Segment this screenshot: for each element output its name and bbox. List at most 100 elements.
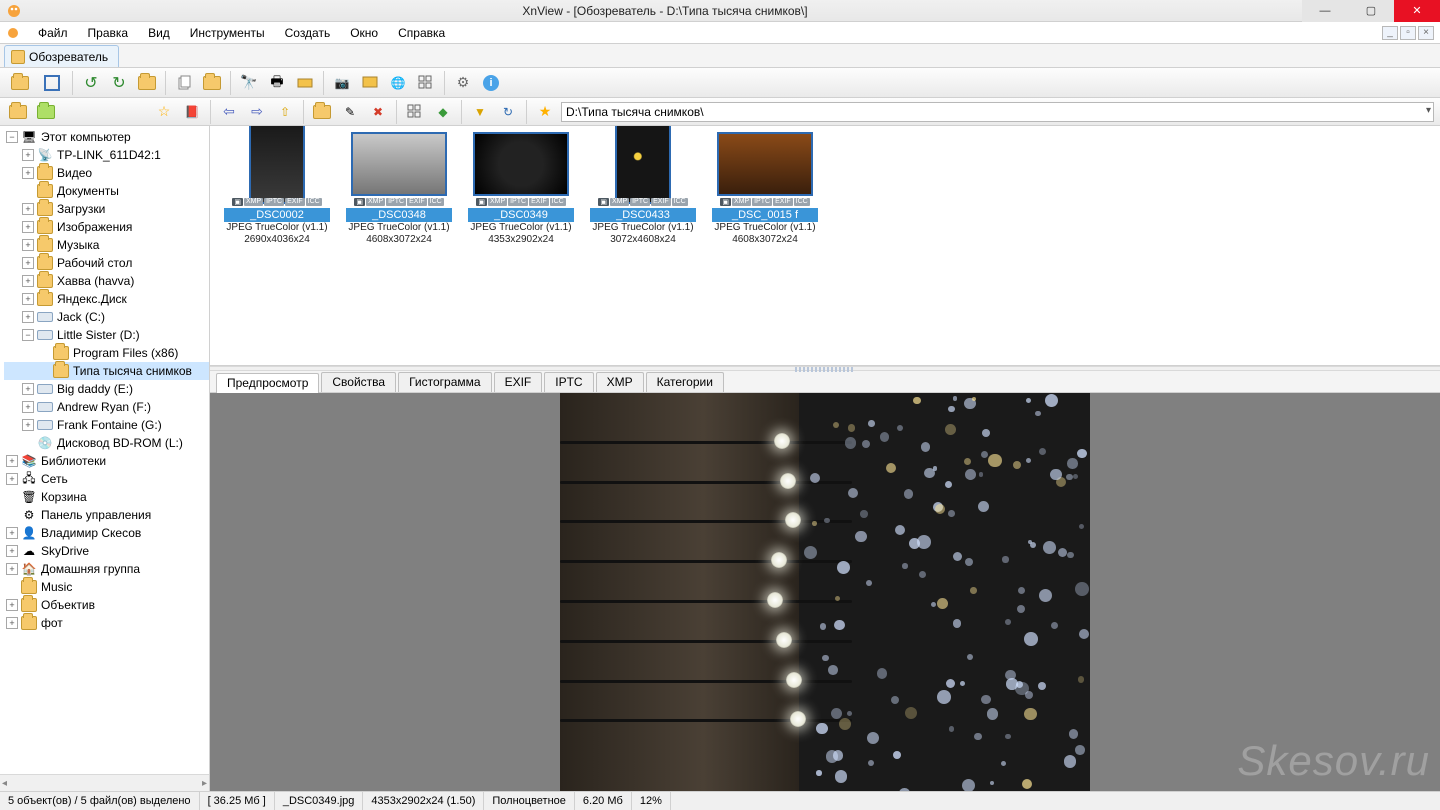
tree-node[interactable]: +Frank Fontaine (G:): [4, 416, 209, 434]
tree-node[interactable]: +🖧Сеть: [4, 470, 209, 488]
tab-iptc[interactable]: IPTC: [544, 372, 593, 392]
thumbnail[interactable]: ▣XMPIPTCEXIFICC_DSC0349JPEG TrueColor (v…: [468, 132, 574, 246]
sort-button[interactable]: ◆: [431, 100, 455, 124]
tree-node[interactable]: +Яндекс.Диск: [4, 290, 209, 308]
tree-node[interactable]: −Little Sister (D:): [4, 326, 209, 344]
expander-icon[interactable]: +: [22, 239, 34, 251]
tree-node[interactable]: ⚙Панель управления: [4, 506, 209, 524]
tree-node[interactable]: Music: [4, 578, 209, 596]
thumbnails-area[interactable]: ▣XMPIPTCEXIFICC_DSC0002JPEG TrueColor (v…: [210, 126, 1440, 366]
tree-node[interactable]: +Загрузки: [4, 200, 209, 218]
tree-node[interactable]: +Объектив: [4, 596, 209, 614]
menu-create[interactable]: Создать: [275, 22, 341, 44]
menu-edit[interactable]: Правка: [78, 22, 139, 44]
mdi-restore[interactable]: ▫: [1400, 26, 1416, 40]
fullscreen-button[interactable]: [38, 69, 66, 97]
tree-node[interactable]: +Хавва (havva): [4, 272, 209, 290]
menu-tools[interactable]: Инструменты: [180, 22, 275, 44]
tree-node[interactable]: −🖥Этот компьютер: [4, 128, 209, 146]
thumbnail[interactable]: ▣XMPIPTCEXIFICC_DSC0002JPEG TrueColor (v…: [224, 132, 330, 246]
filter-button[interactable]: ▼: [468, 100, 492, 124]
menu-view[interactable]: Вид: [138, 22, 180, 44]
bookmark-button[interactable]: ★: [533, 100, 557, 124]
tree-node[interactable]: +🏠Домашняя группа: [4, 560, 209, 578]
workspace-tab-browser[interactable]: Обозреватель: [4, 45, 119, 67]
refresh-fwd-button[interactable]: ↻: [107, 71, 131, 95]
screen-button[interactable]: [358, 71, 382, 95]
folder-tree[interactable]: −🖥Этот компьютер+📡TP-LINK_611D42:1+Видео…: [0, 126, 209, 774]
tree-node[interactable]: +📚Библиотеки: [4, 452, 209, 470]
tree-node[interactable]: +Andrew Ryan (F:): [4, 398, 209, 416]
tab-categories[interactable]: Категории: [646, 372, 724, 392]
tree-node[interactable]: +Big daddy (E:): [4, 380, 209, 398]
new-folder-button[interactable]: [310, 100, 334, 124]
tree-node[interactable]: Program Files (x86): [4, 344, 209, 362]
tree-node[interactable]: 💿Дисковод BD-ROM (L:): [4, 434, 209, 452]
tree-node[interactable]: Типа тысяча снимков: [4, 362, 209, 380]
about-button[interactable]: i: [479, 71, 503, 95]
tree-node[interactable]: +Изображения: [4, 218, 209, 236]
tree-node[interactable]: +Jack (C:): [4, 308, 209, 326]
menu-file[interactable]: Файл: [28, 22, 78, 44]
copy-button[interactable]: [172, 71, 196, 95]
tab-xmp[interactable]: XMP: [596, 372, 644, 392]
tab-histogram[interactable]: Гистограмма: [398, 372, 491, 392]
expander-icon[interactable]: +: [22, 149, 34, 161]
expander-icon[interactable]: +: [22, 203, 34, 215]
tree-node[interactable]: +📡TP-LINK_611D42:1: [4, 146, 209, 164]
rotate-button[interactable]: ↻: [496, 100, 520, 124]
expander-icon[interactable]: −: [6, 131, 18, 143]
tree-collapse-button[interactable]: [6, 100, 30, 124]
folder-plus-button[interactable]: [135, 71, 159, 95]
settings-button[interactable]: ⚙: [451, 71, 475, 95]
minimize-button[interactable]: —: [1302, 0, 1348, 22]
maximize-button[interactable]: ▢: [1348, 0, 1394, 22]
tab-preview[interactable]: Предпросмотр: [216, 373, 319, 393]
tab-exif[interactable]: EXIF: [494, 372, 543, 392]
expander-icon[interactable]: +: [22, 167, 34, 179]
expander-icon[interactable]: +: [22, 401, 34, 413]
expander-icon[interactable]: +: [6, 563, 18, 575]
nav-fwd-button[interactable]: ⇨: [245, 100, 269, 124]
expander-icon[interactable]: +: [22, 275, 34, 287]
grid-button[interactable]: [414, 71, 438, 95]
tree-node[interactable]: +👤Владимир Скесов: [4, 524, 209, 542]
close-button[interactable]: ✕: [1394, 0, 1440, 22]
fav-star-button[interactable]: ☆: [152, 100, 176, 124]
open-button[interactable]: [6, 69, 34, 97]
nav-up-button[interactable]: ⇧: [273, 100, 297, 124]
tree-horizontal-scrollbar[interactable]: ◂▸: [0, 774, 209, 791]
thumbnail[interactable]: ▣XMPIPTCEXIFICC_DSC_0015 fJPEG TrueColor…: [712, 132, 818, 246]
globe-button[interactable]: 🌐: [386, 71, 410, 95]
menu-help[interactable]: Справка: [388, 22, 455, 44]
preview-area[interactable]: Skesov.ru: [210, 393, 1440, 791]
viewmode-button[interactable]: [403, 100, 427, 124]
print-button[interactable]: 🖶: [265, 71, 289, 95]
tree-node[interactable]: 🗑Корзина: [4, 488, 209, 506]
export-button[interactable]: [200, 71, 224, 95]
library-button[interactable]: 📕: [180, 100, 204, 124]
horizontal-splitter[interactable]: [210, 366, 1440, 371]
delete-button[interactable]: ✖: [366, 100, 390, 124]
mdi-close[interactable]: ×: [1418, 26, 1434, 40]
expander-icon[interactable]: +: [22, 221, 34, 233]
expander-icon[interactable]: +: [6, 599, 18, 611]
expander-icon[interactable]: +: [6, 545, 18, 557]
expander-icon[interactable]: +: [22, 311, 34, 323]
expander-icon[interactable]: −: [22, 329, 34, 341]
expander-icon[interactable]: +: [22, 257, 34, 269]
expander-icon[interactable]: +: [22, 383, 34, 395]
tree-node[interactable]: Документы: [4, 182, 209, 200]
expander-icon[interactable]: +: [6, 617, 18, 629]
thumbnail[interactable]: ▣XMPIPTCEXIFICC_DSC0433JPEG TrueColor (v…: [590, 132, 696, 246]
expander-icon[interactable]: +: [22, 293, 34, 305]
tree-node[interactable]: +фот: [4, 614, 209, 632]
mdi-minimize[interactable]: _: [1382, 26, 1398, 40]
expander-icon[interactable]: +: [6, 473, 18, 485]
expander-icon[interactable]: +: [22, 419, 34, 431]
tab-properties[interactable]: Свойства: [321, 372, 396, 392]
expander-icon[interactable]: +: [6, 455, 18, 467]
tree-node[interactable]: +Рабочий стол: [4, 254, 209, 272]
rename-button[interactable]: ✎: [338, 100, 362, 124]
thumbnail[interactable]: ▣XMPIPTCEXIFICC_DSC0348JPEG TrueColor (v…: [346, 132, 452, 246]
